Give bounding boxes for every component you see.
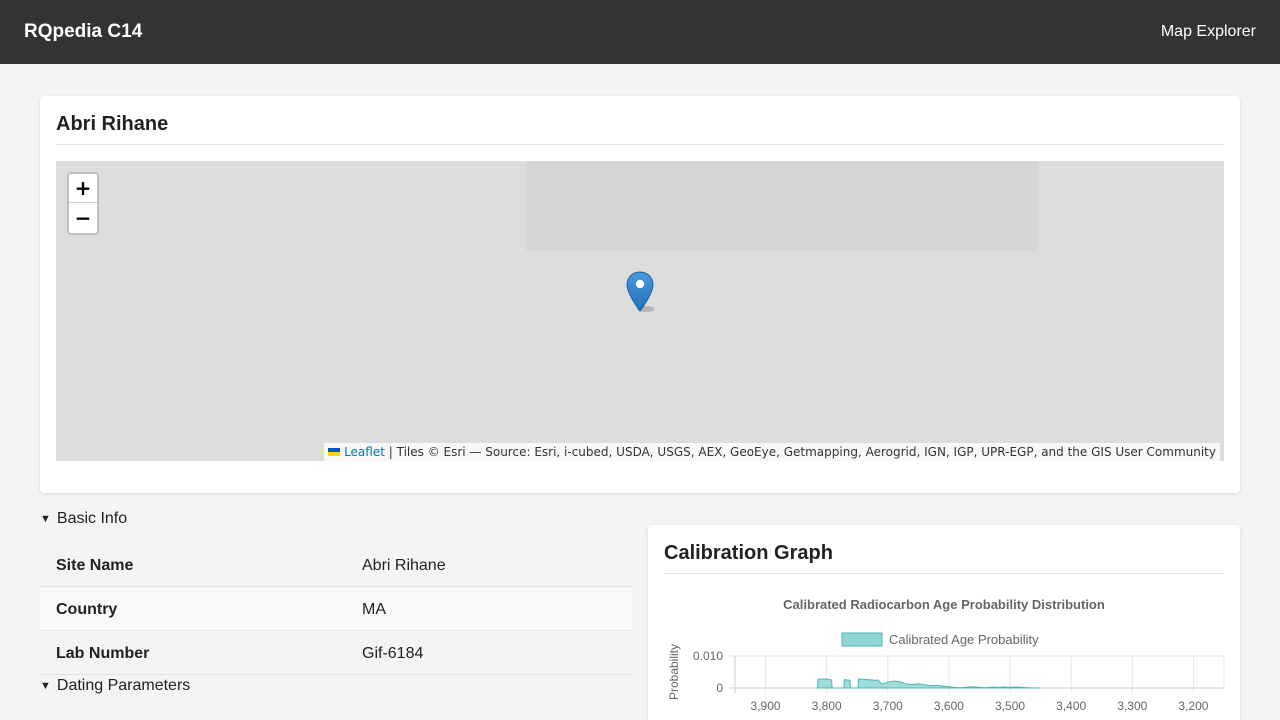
title-divider xyxy=(664,573,1224,574)
table-row: Country MA xyxy=(40,587,632,631)
chart-title: Calibrated Radiocarbon Age Probability D… xyxy=(783,597,1105,612)
site-name-label: Site Name xyxy=(56,557,134,574)
triangle-down-icon: ▼ xyxy=(40,513,51,525)
x-tick-label: 3,800 xyxy=(812,699,842,713)
site-map[interactable]: + − Leaflet | Tiles © Esri — Source: Esr… xyxy=(56,161,1224,461)
brand-logo[interactable]: RQpedia C14 xyxy=(24,21,142,43)
x-tick-label: 3,200 xyxy=(1178,699,1208,713)
attribution-text: | Tiles © Esri — Source: Esri, i-cubed, … xyxy=(388,445,1216,459)
nav-map-explorer[interactable]: Map Explorer xyxy=(1161,23,1256,41)
calibration-card: Calibration Graph Calibrated Radiocarbon… xyxy=(648,525,1240,720)
dating-parameters-summary[interactable]: ▼ Dating Parameters xyxy=(40,677,190,695)
map-attribution: Leaflet | Tiles © Esri — Source: Esri, i… xyxy=(324,443,1220,461)
legend-swatch xyxy=(841,632,883,647)
zoom-in-button[interactable]: + xyxy=(69,174,97,203)
lab-number-label: Lab Number xyxy=(56,645,150,662)
x-tick-label: 3,700 xyxy=(873,699,903,713)
y-axis-label: Probability xyxy=(667,644,681,700)
dating-parameters-label: Dating Parameters xyxy=(56,677,191,694)
country-value: MA xyxy=(362,601,386,618)
y-tick-label: 0.010 xyxy=(693,649,723,663)
legend-label: Calibrated Age Probability xyxy=(889,632,1039,647)
lab-number-value: Gif-6184 xyxy=(362,645,424,662)
table-row: Lab Number Gif-6184 xyxy=(40,631,632,675)
site-card: Abri Rihane + − Leaflet | Tiles © Esri —… xyxy=(40,96,1240,493)
site-name-value: Abri Rihane xyxy=(362,557,446,574)
ukraine-flag-icon xyxy=(328,448,341,456)
x-tick-label: 3,400 xyxy=(1056,699,1086,713)
basic-info-table: Site Name Abri Rihane Country MA Lab Num… xyxy=(40,543,632,675)
country-label: Country xyxy=(56,601,118,618)
basic-info-label: Basic Info xyxy=(56,510,128,527)
zoom-control: + − xyxy=(67,172,99,235)
zoom-out-button[interactable]: − xyxy=(69,204,97,233)
basic-info-summary[interactable]: ▼ Basic Info xyxy=(40,510,127,528)
title-divider xyxy=(56,144,1224,145)
table-row: Site Name Abri Rihane xyxy=(40,543,632,587)
map-marker-icon[interactable] xyxy=(626,271,654,313)
leaflet-link[interactable]: Leaflet xyxy=(344,445,385,459)
map-tile xyxy=(526,161,1038,251)
y-tick-label: 0 xyxy=(716,681,723,695)
triangle-down-icon: ▼ xyxy=(40,680,51,692)
series-area xyxy=(816,678,1041,689)
site-title: Abri Rihane xyxy=(56,113,169,135)
calibration-title: Calibration Graph xyxy=(664,542,833,564)
x-tick-label: 3,900 xyxy=(751,699,781,713)
calibration-chart: Calibrated Radiocarbon Age Probability D… xyxy=(667,597,1225,713)
top-navbar: RQpedia C14 Map Explorer xyxy=(0,0,1280,64)
x-tick-label: 3,600 xyxy=(934,699,964,713)
x-tick-label: 3,500 xyxy=(995,699,1025,713)
x-tick-label: 3,300 xyxy=(1117,699,1147,713)
